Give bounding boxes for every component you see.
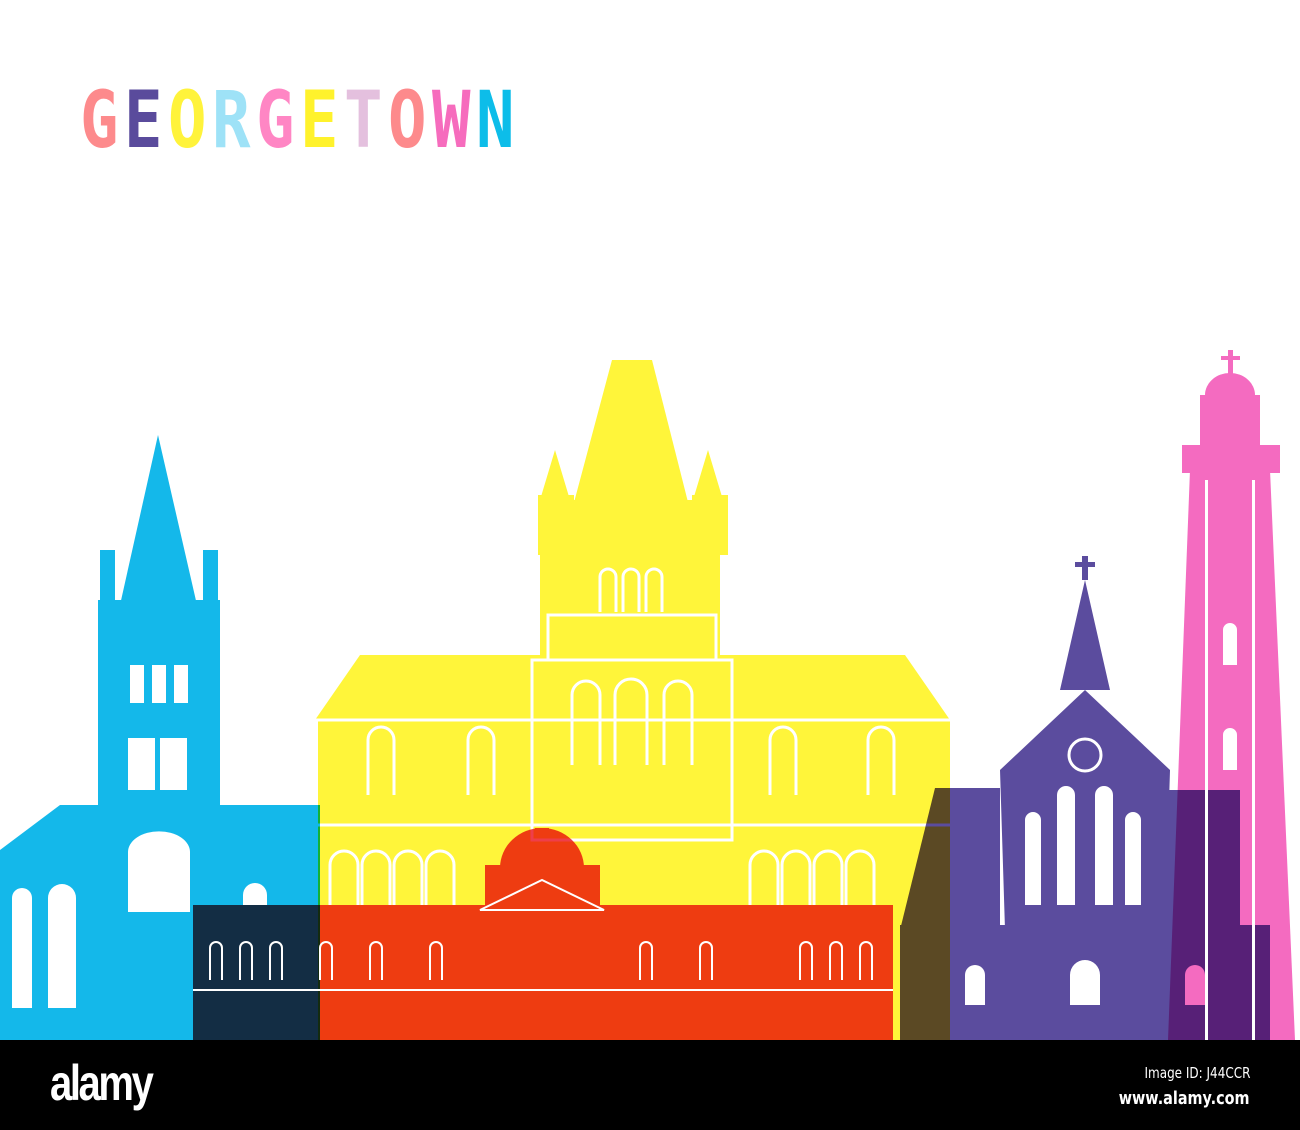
lighthouse [1168,350,1295,1040]
watermark-footer: alamy Image ID: J44CCR www.alamy.com [0,1040,1300,1130]
alamy-logo: alamy [50,1055,154,1111]
site-url: www.alamy.com [1119,1088,1250,1109]
image-id: Image ID: J44CCR [1144,1064,1250,1082]
skyline-illustration [0,350,1295,1040]
